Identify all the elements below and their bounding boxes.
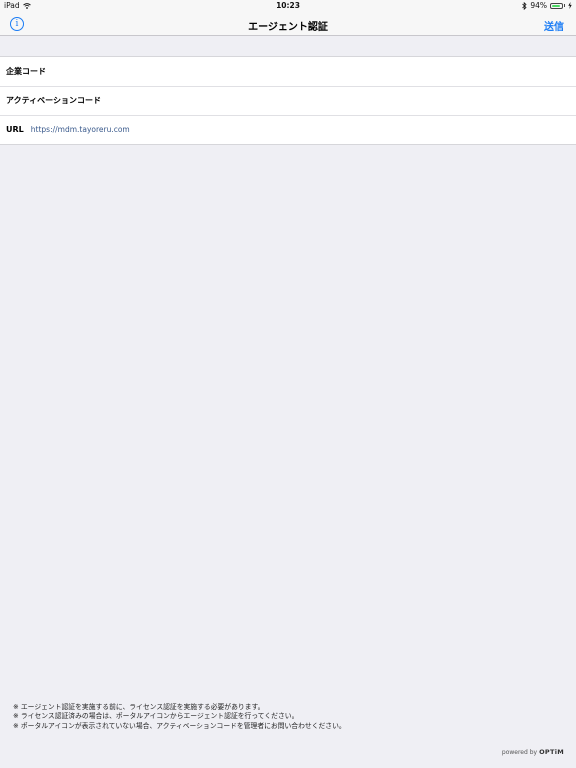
status-bar: iPad 10:23 94% xyxy=(0,0,576,12)
battery-level xyxy=(552,4,561,7)
battery-percent: 94% xyxy=(530,1,547,10)
battery-cap xyxy=(564,4,565,7)
page-title: エージェント認証 xyxy=(248,22,328,33)
notes: ※ エージェント認証を実施する前に、ライセンス認証を実施する必要があります。 ※… xyxy=(13,703,346,731)
nav-bar: i エージェント認証 送信 xyxy=(0,12,576,36)
company-code-label: 企業コード xyxy=(6,67,46,76)
screen: iPad 10:23 94% i エージェント認証 送信 企業コード アクティベ… xyxy=(0,0,576,768)
send-button[interactable]: 送信 xyxy=(544,18,564,33)
auth-form: 企業コード アクティベーションコード URL https://mdm.tayor… xyxy=(0,56,576,145)
status-time: 10:23 xyxy=(276,1,300,10)
battery-icon xyxy=(550,2,563,9)
url-row[interactable]: URL https://mdm.tayoreru.com xyxy=(0,115,576,144)
brand-logo: OPTiM xyxy=(539,748,564,756)
status-right: 94% xyxy=(522,1,572,10)
company-code-row[interactable]: 企業コード xyxy=(0,57,576,86)
activation-code-field[interactable] xyxy=(101,86,576,115)
note-line: ※ ライセンス認証済みの場合は、ポータルアイコンからエージェント認証を行ってくだ… xyxy=(13,712,299,721)
company-code-field[interactable] xyxy=(46,57,576,86)
activation-code-label: アクティベーションコード xyxy=(6,96,101,105)
bluetooth-icon xyxy=(522,1,527,10)
note-line: ※ ポータルアイコンが表示されていない場合、アクティベーションコードを管理者にお… xyxy=(13,721,346,730)
url-field-area[interactable] xyxy=(130,115,576,144)
note-line: ※ エージェント認証を実施する前に、ライセンス認証を実施する必要があります。 xyxy=(13,703,265,711)
url-label: URL xyxy=(6,125,24,134)
charging-icon xyxy=(568,2,572,9)
powered-by-text: powered by xyxy=(501,749,538,756)
url-field[interactable]: https://mdm.tayoreru.com xyxy=(31,125,130,134)
activation-code-row[interactable]: アクティベーションコード xyxy=(0,86,576,115)
powered-by: powered by OPTiM xyxy=(502,748,564,756)
